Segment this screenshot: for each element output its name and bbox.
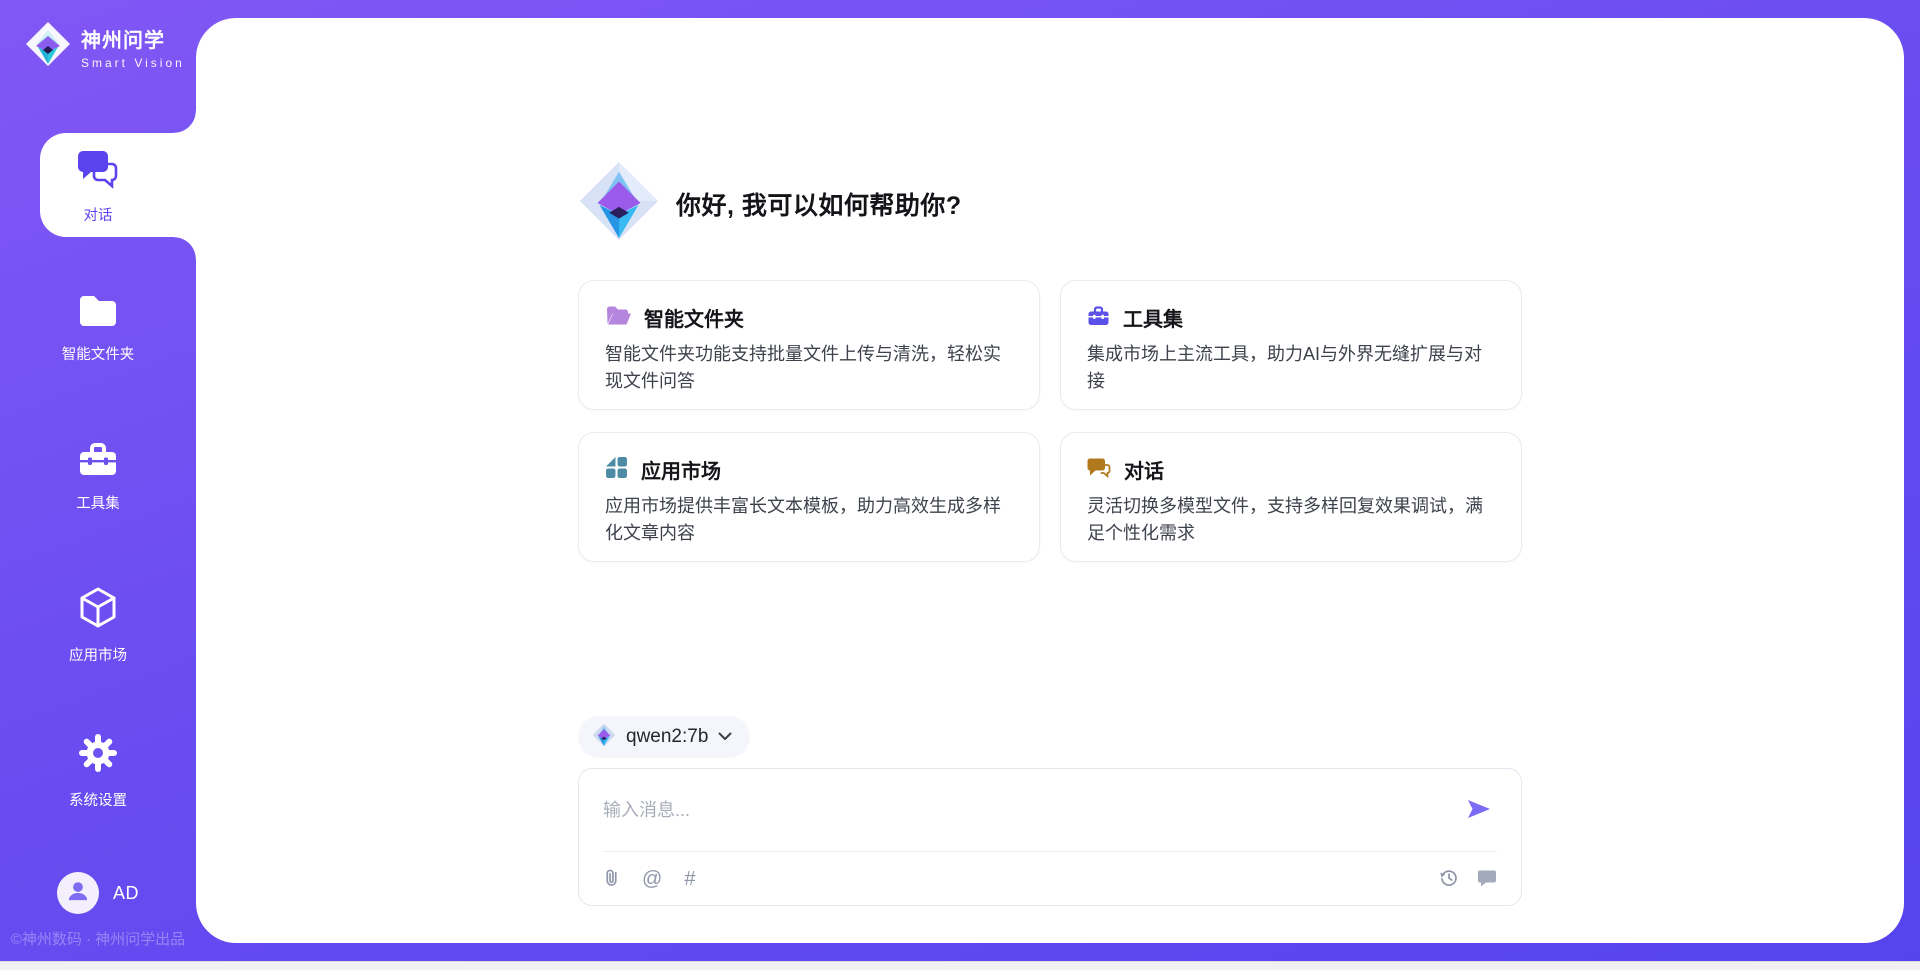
card-description: 应用市场提供丰富长文本模板，助力高效生成多样化文章内容 [605,493,1013,547]
history-icon [1439,868,1459,891]
card-toolset[interactable]: 工具集 集成市场上主流工具，助力AI与外界无缝扩展与对接 [1060,280,1522,410]
brand-subtitle: Smart Vision [81,56,185,70]
main-content: 你好, 我可以如何帮助你? 智能文件夹 智能文件夹功能支持批量文件上传与清洗，轻… [578,160,1522,562]
diamond-logo-icon [592,723,616,752]
card-title: 应用市场 [641,455,721,484]
sidebar-item-label: 智能文件夹 [62,343,135,364]
sidebar-item-label: 工具集 [76,492,120,513]
sidebar-item-smart-folder[interactable]: 智能文件夹 [0,293,196,364]
sidebar-item-label: 对话 [84,204,113,225]
horizontal-scrollbar[interactable] [0,961,1920,970]
card-title: 对话 [1124,455,1164,484]
brand-name: 神州问学 [81,24,185,53]
folder-icon [77,293,119,334]
cube-icon [77,586,119,635]
card-app-market[interactable]: 应用市场 应用市场提供丰富长文本模板，助力高效生成多样化文章内容 [578,432,1040,562]
chevron-down-icon [718,728,732,746]
briefcase-icon [1087,305,1110,331]
greeting-title: 你好, 我可以如何帮助你? [676,186,962,222]
card-smart-folder[interactable]: 智能文件夹 智能文件夹功能支持批量文件上传与清洗，轻松实现文件问答 [578,280,1040,410]
paperclip-icon [603,867,620,891]
avatar [57,872,99,914]
composer: @ # [578,768,1522,906]
sidebar-item-chat[interactable]: 对话 [0,148,196,225]
send-button[interactable] [1463,795,1495,826]
gear-icon [76,731,120,780]
mention-icon[interactable]: @ [642,869,662,889]
message-input[interactable] [603,800,1463,821]
app-window: 神州问学 Smart Vision 对话 智能文件夹 [0,0,1920,970]
apps-grid-icon [605,456,628,484]
history-button[interactable] [1439,868,1459,891]
greeting: 你好, 我可以如何帮助你? [578,160,1522,247]
send-icon [1467,799,1491,822]
sidebar-item-label: 应用市场 [69,644,127,665]
user-initials: AD [113,883,139,904]
brand-diamond-icon [24,20,72,73]
sidebar-item-label: 系统设置 [69,789,127,810]
chat-bubbles-icon [76,148,120,195]
attach-file-button[interactable] [603,867,620,891]
card-chat[interactable]: 对话 灵活切换多模型文件，支持多样回复效果调试，满足个性化需求 [1060,432,1522,562]
comment-icon [1477,869,1497,890]
sidebar-item-settings[interactable]: 系统设置 [0,731,196,810]
model-name: qwen2:7b [626,726,708,748]
feature-cards: 智能文件夹 智能文件夹功能支持批量文件上传与清洗，轻松实现文件问答 [578,280,1522,562]
card-title: 智能文件夹 [644,303,744,332]
card-description: 智能文件夹功能支持批量文件上传与清洗，轻松实现文件问答 [605,341,1013,395]
folder-open-icon [605,304,631,331]
comment-button[interactable] [1477,869,1497,890]
card-description: 集成市场上主流工具，助力AI与外界无缝扩展与对接 [1087,341,1495,395]
main-panel: 你好, 我可以如何帮助你? 智能文件夹 智能文件夹功能支持批量文件上传与清洗，轻… [196,18,1904,943]
chat-bubble-icon [1087,457,1111,483]
briefcase-icon [77,440,119,483]
user-profile[interactable]: AD [0,872,196,914]
card-title: 工具集 [1123,303,1183,332]
greeting-logo-icon [578,160,660,247]
sidebar-footer: ©神州数码 · 神州问学出品 [0,928,196,949]
sidebar-item-toolset[interactable]: 工具集 [0,440,196,513]
sidebar: 神州问学 Smart Vision 对话 智能文件夹 [0,0,196,970]
hash-icon[interactable]: # [684,869,695,889]
person-icon [65,878,91,909]
sidebar-item-app-market[interactable]: 应用市场 [0,586,196,665]
brand: 神州问学 Smart Vision [24,20,185,73]
card-description: 灵活切换多模型文件，支持多样回复效果调试，满足个性化需求 [1087,493,1495,547]
model-selector[interactable]: qwen2:7b [578,716,750,758]
